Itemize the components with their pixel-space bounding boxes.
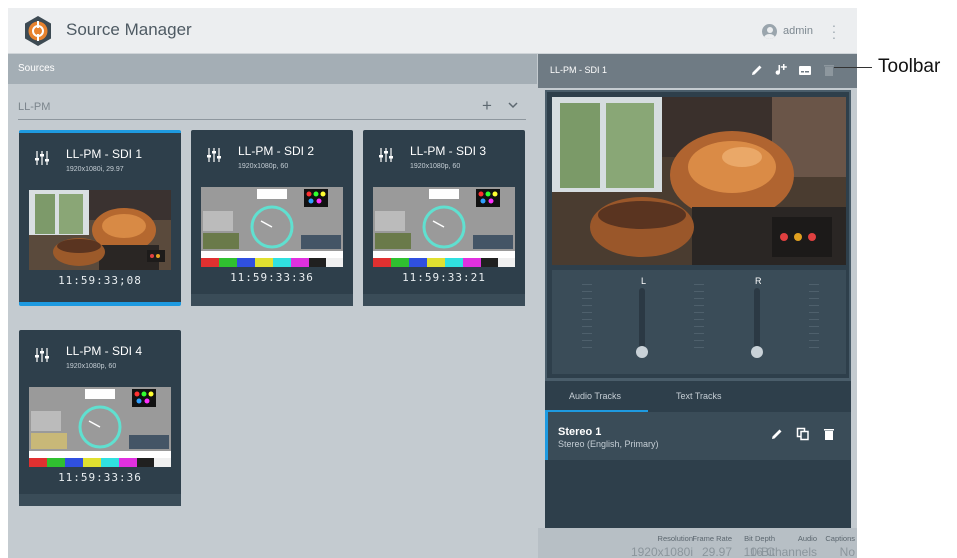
tab-text-tracks[interactable]: Text Tracks	[676, 391, 722, 401]
pencil-icon[interactable]	[750, 63, 764, 77]
delete-icon[interactable]	[822, 63, 836, 77]
stat-captions: Captions No	[825, 534, 855, 558]
stat-audio: Audio 16 Channels	[750, 534, 817, 558]
stat-label: Frame Rate	[692, 534, 732, 543]
audio-track-item[interactable]: Stereo 1 Stereo (English, Primary)	[545, 412, 851, 460]
meter-left-knob[interactable]	[636, 346, 648, 358]
source-card-format: 1920x1080p, 60	[238, 163, 289, 170]
app-title: Source Manager	[66, 20, 192, 39]
source-group-row: LL-PM +	[18, 96, 526, 120]
source-card-sdi-1[interactable]: LL-PM - SDI 1 1920x1080i, 29.97 11:59:33…	[19, 130, 181, 306]
caption-icon[interactable]	[798, 63, 812, 77]
chevron-down-icon[interactable]	[508, 100, 518, 112]
source-card-title: LL-PM - SDI 3	[410, 144, 487, 158]
source-card-sdi-4[interactable]: LL-PM - SDI 4 1920x1080p, 60 11:59:33:36	[19, 330, 181, 506]
source-card-timecode: 11:59:33:21	[402, 271, 486, 284]
stat-frame-rate: Frame Rate 29.97	[692, 534, 732, 558]
music-note-add-icon[interactable]	[774, 63, 788, 77]
source-card-sdi-3[interactable]: LL-PM - SDI 3 1920x1080p, 60 11:59:33:21	[363, 130, 525, 306]
source-thumbnail-photo	[29, 190, 171, 270]
meter-right-knob[interactable]	[751, 346, 763, 358]
source-card-title: LL-PM - SDI 4	[66, 344, 143, 358]
card-footer	[363, 294, 525, 306]
copy-icon[interactable]	[796, 427, 810, 441]
source-card-timecode: 11:59:33:36	[230, 271, 314, 284]
card-footer	[191, 294, 353, 306]
stat-value: 1920x1080i	[630, 545, 693, 558]
more-vert-icon[interactable]: · · ·	[831, 18, 837, 44]
meter-label-right: R	[755, 276, 762, 286]
preview-video	[552, 97, 846, 265]
track-name: Stereo 1	[558, 426, 602, 438]
sources-panel-header: Sources	[8, 54, 537, 84]
source-card-format: 1920x1080i, 29.97	[66, 166, 124, 173]
tab-audio-tracks[interactable]: Audio Tracks	[569, 391, 621, 401]
detail-title: LL-PM - SDI 1	[550, 65, 608, 75]
callout-line	[834, 67, 872, 68]
source-card-title: LL-PM - SDI 1	[66, 147, 143, 161]
stat-label: Resolution	[657, 534, 693, 543]
stat-value: 16 Channels	[749, 545, 817, 558]
stat-label: Audio	[797, 534, 817, 543]
app-bar: Source Manager admin · · ·	[8, 8, 857, 54]
tracks-panel: Audio Tracks Text Tracks Stereo 1 Stereo…	[545, 380, 851, 528]
source-stats-bar: Resolution 1920x1080i Frame Rate 29.97 B…	[538, 528, 857, 558]
card-footer	[19, 494, 181, 506]
stat-value: No	[839, 545, 855, 558]
source-card-format: 1920x1080p, 60	[66, 363, 117, 370]
stat-value: 29.97	[701, 545, 732, 558]
source-card-timecode: 11:59:33:36	[58, 471, 142, 484]
faders-icon	[35, 348, 49, 362]
audio-meters: L R	[552, 270, 846, 374]
detail-toolbar: LL-PM - SDI 1	[538, 54, 857, 88]
faders-icon	[35, 151, 49, 165]
source-thumbnail-test-pattern	[29, 387, 171, 467]
preview-panel: L R	[545, 90, 851, 380]
delete-icon[interactable]	[822, 427, 836, 441]
source-group-name: LL-PM	[18, 101, 51, 113]
callout-label: Toolbar	[878, 56, 941, 77]
app-logo	[25, 16, 51, 46]
meter-scale	[582, 284, 592, 354]
meter-scale	[809, 284, 819, 354]
source-card-timecode: 11:59:33;08	[58, 274, 142, 287]
meter-label-left: L	[641, 276, 647, 286]
sources-title: Sources	[18, 63, 55, 74]
source-manager-window: Source Manager admin · · · Sources LL-PM +…	[8, 8, 857, 558]
meter-scale	[694, 284, 704, 354]
stat-resolution: Resolution 1920x1080i	[631, 534, 693, 558]
faders-icon	[207, 148, 221, 162]
source-card-format: 1920x1080p, 60	[410, 163, 461, 170]
add-source-button[interactable]: +	[482, 96, 492, 116]
track-description: Stereo (English, Primary)	[558, 439, 659, 449]
source-card-sdi-2[interactable]: LL-PM - SDI 2 1920x1080p, 60 11:59:33:36	[191, 130, 353, 306]
account-circle-icon[interactable]	[762, 24, 777, 39]
pencil-icon[interactable]	[770, 427, 784, 441]
stat-label: Captions	[825, 534, 855, 543]
source-thumbnail-test-pattern	[373, 187, 515, 267]
source-card-title: LL-PM - SDI 2	[238, 144, 315, 158]
user-name[interactable]: admin	[783, 25, 813, 37]
source-thumbnail-test-pattern	[201, 187, 343, 267]
faders-icon	[379, 148, 393, 162]
